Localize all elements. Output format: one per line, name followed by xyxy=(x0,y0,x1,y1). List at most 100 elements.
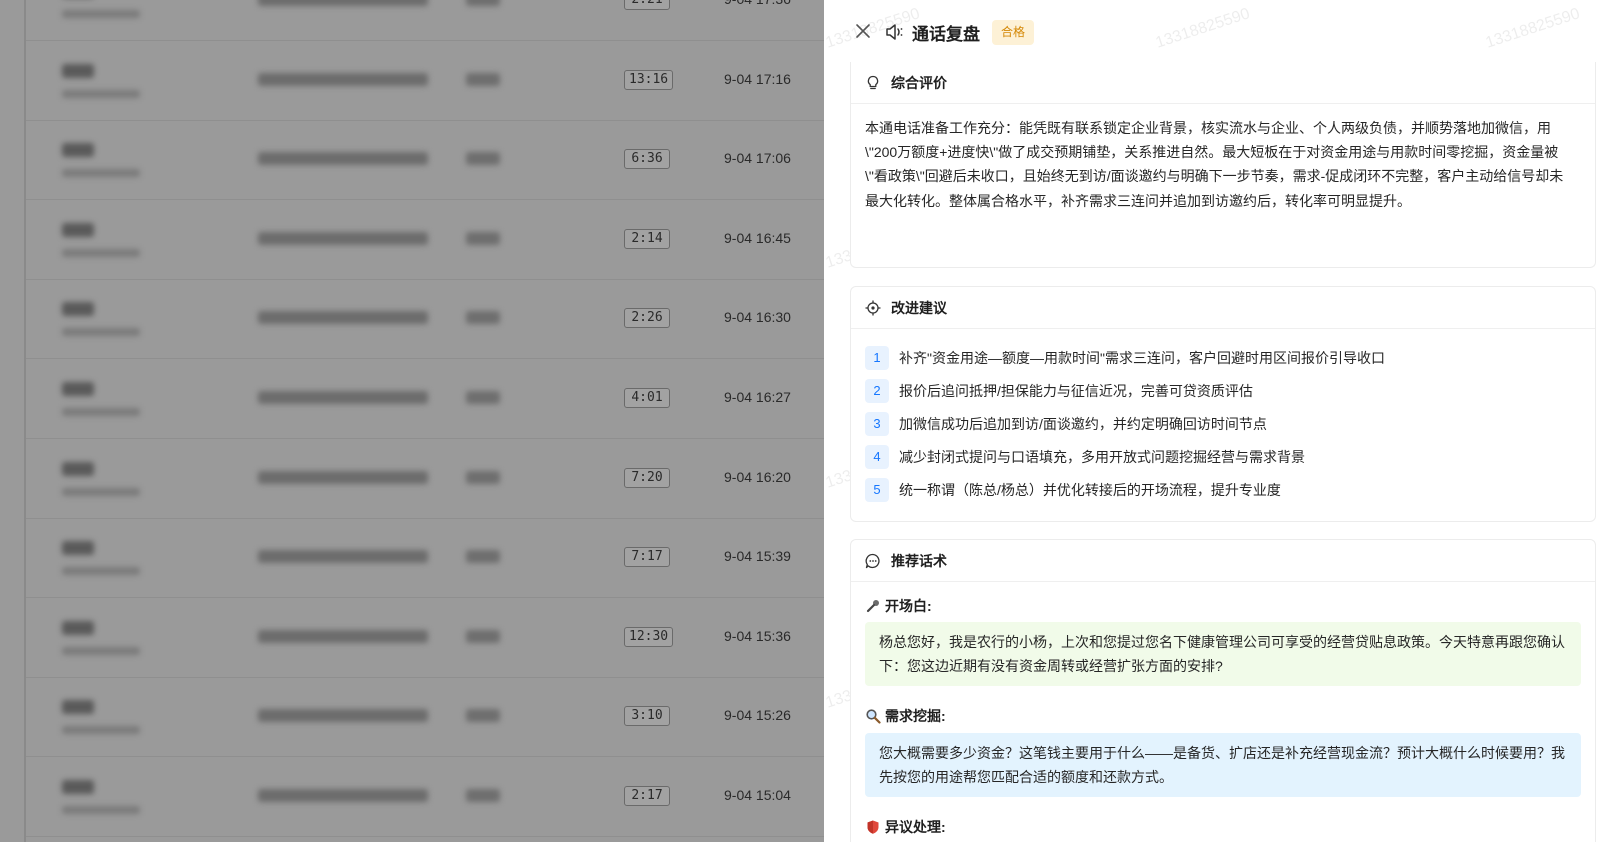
drawer-header: 通话复盘 合格 xyxy=(824,0,1600,64)
list-item-text: 减少封闭式提问与口语填充，多用开放式问题挖掘经营与需求背景 xyxy=(899,448,1305,465)
blurred-description xyxy=(258,550,428,564)
scripts-card: 推荐话术 开场白: 杨总您好，我是农行的小杨，上次和您提过您名下健康管理公司可享… xyxy=(850,539,1596,842)
call-time: 9-04 16:27 xyxy=(724,389,791,405)
list-item-number: 3 xyxy=(865,411,889,436)
blurred-customer-phone xyxy=(62,169,140,178)
blurred-tag xyxy=(466,629,500,643)
blurred-description xyxy=(258,470,428,484)
blurred-description xyxy=(258,629,428,643)
evaluation-title: 综合评价 xyxy=(891,74,947,91)
blurred-customer-phone xyxy=(62,408,140,416)
table-row[interactable]: 2:17 9-04 15:04 xyxy=(26,758,824,837)
blurred-customer-phone xyxy=(62,646,140,655)
blurred-customer-name xyxy=(62,780,94,794)
discovery-label: 需求挖掘: xyxy=(865,706,946,726)
opening-label: 开场白: xyxy=(865,596,932,616)
blurred-description xyxy=(258,231,428,245)
blurred-customer-phone xyxy=(62,89,140,98)
call-review-drawer: 1331882559013318825590133188255901331882… xyxy=(824,0,1600,842)
blurred-customer-phone xyxy=(62,567,140,576)
call-duration: 3:10 xyxy=(624,706,670,727)
list-item-text: 统一称谓（陈总/杨总）并优化转接后的开场流程，提升专业度 xyxy=(899,481,1281,498)
lightbulb-icon xyxy=(867,75,879,89)
blurred-customer-name xyxy=(62,620,94,635)
blurred-customer-name xyxy=(62,541,94,556)
table-row[interactable]: 4:01 9-04 16:27 xyxy=(26,360,824,439)
improvements-title: 改进建议 xyxy=(891,299,947,316)
blurred-customer-phone xyxy=(62,487,140,496)
list-item-text: 报价后追问抵押/担保能力与征信近况，完善可贷资质评估 xyxy=(899,382,1253,399)
blurred-tag xyxy=(466,231,500,245)
evaluation-card-header: 综合评价 xyxy=(851,62,1595,104)
blurred-tag xyxy=(466,391,500,404)
blurred-description xyxy=(258,311,428,325)
call-duration: 4:01 xyxy=(624,388,670,408)
call-time: 9-04 15:04 xyxy=(724,787,791,803)
list-item: 5 统一称谓（陈总/杨总）并优化转接后的开场流程，提升专业度 xyxy=(865,473,1585,506)
blurred-description xyxy=(258,789,428,802)
table-row[interactable]: 7:20 9-04 16:20 xyxy=(26,440,824,519)
blurred-customer-phone xyxy=(62,10,140,18)
blurred-description xyxy=(258,0,428,6)
list-item-text: 加微信成功后追加到访/面谈邀约，并约定明确回访时间节点 xyxy=(899,415,1267,432)
call-time: 9-04 17:36 xyxy=(724,0,791,7)
table-row[interactable]: 6:36 9-04 17:06 xyxy=(26,121,824,201)
blurred-tag xyxy=(466,550,500,564)
improvements-card: 改进建议 1 补齐"资金用途—额度—用款时间"需求三连问，客户回避时用区间报价引… xyxy=(850,286,1596,522)
table-row[interactable]: 2:21 9-04 17:36 xyxy=(26,0,824,41)
target-icon xyxy=(865,300,881,315)
table-row[interactable]: 7:17 9-04 15:39 xyxy=(26,519,824,599)
blurred-customer-name xyxy=(62,302,94,317)
list-item-text: 补齐"资金用途—额度—用款时间"需求三连问，客户回避时用区间报价引导收口 xyxy=(899,349,1385,366)
list-item: 2 报价后追问抵押/担保能力与征信近况，完善可贷资质评估 xyxy=(865,374,1585,407)
list-item-number: 4 xyxy=(865,444,889,469)
improvements-card-header: 改进建议 xyxy=(851,287,1595,329)
table-row[interactable]: 2:14 9-04 16:45 xyxy=(26,201,824,280)
objection-label-text: 异议处理: xyxy=(885,819,946,835)
table-row[interactable]: 2:26 9-04 16:30 xyxy=(26,280,824,360)
opening-script: 杨总您好，我是农行的小杨，上次和您提过您名下健康管理公司可享受的经营贷贴息政策。… xyxy=(865,622,1581,686)
discovery-script: 您大概需要多少资金？这笔钱主要用于什么——是备货、扩店还是补充经营现金流？预计大… xyxy=(865,733,1581,797)
blurred-tag xyxy=(466,0,500,6)
shield-icon xyxy=(867,820,879,834)
list-item-number: 1 xyxy=(865,345,889,370)
call-list-background: 2:21 9-04 17:36 13:16 9-04 17:16 6:36 9-04 17… xyxy=(0,0,824,842)
blurred-tag xyxy=(466,311,500,325)
status-badge: 合格 xyxy=(992,20,1035,45)
blurred-description xyxy=(258,709,428,723)
improvements-list: 1 补齐"资金用途—额度—用款时间"需求三连问，客户回避时用区间报价引导收口 2… xyxy=(865,341,1585,506)
call-duration: 7:20 xyxy=(624,467,670,488)
call-time: 9-04 15:36 xyxy=(724,627,791,644)
discovery-label-text: 需求挖掘: xyxy=(885,708,946,724)
objection-label: 异议处理: xyxy=(865,817,946,837)
close-icon[interactable] xyxy=(852,20,874,42)
blurred-customer-name xyxy=(62,461,94,476)
call-time: 9-04 15:39 xyxy=(724,548,791,565)
call-duration: 2:14 xyxy=(624,228,670,249)
list-item: 3 加微信成功后追加到访/面谈邀约，并约定明确回访时间节点 xyxy=(865,407,1585,440)
list-item: 4 减少封闭式提问与口语填充，多用开放式问题挖掘经营与需求背景 xyxy=(865,440,1585,473)
magnifier-icon xyxy=(866,709,881,724)
evaluation-text: 本通电话准备工作充分：能凭既有联系锁定企业背景，核实流水与企业、个人两级负债，并… xyxy=(865,120,1564,209)
blurred-customer-name xyxy=(62,143,94,158)
blurred-customer-name xyxy=(62,222,94,237)
blurred-customer-name xyxy=(62,700,94,715)
table-row[interactable]: 3:10 9-04 15:26 xyxy=(26,678,824,758)
call-duration: 2:26 xyxy=(624,308,670,329)
call-time: 9-04 15:26 xyxy=(724,707,791,724)
list-item-number: 2 xyxy=(865,378,889,403)
blurred-customer-phone xyxy=(62,248,140,257)
scripts-title: 推荐话术 xyxy=(891,552,947,569)
call-time: 9-04 17:16 xyxy=(724,70,791,87)
blurred-customer-phone xyxy=(62,806,140,814)
table-row[interactable]: 13:16 9-04 17:16 xyxy=(26,42,824,121)
opening-label-text: 开场白: xyxy=(885,598,932,614)
blurred-description xyxy=(258,391,428,404)
microphone-icon xyxy=(866,600,879,613)
call-time: 9-04 17:06 xyxy=(724,150,791,167)
call-duration: 2:17 xyxy=(624,786,670,806)
call-duration: 6:36 xyxy=(624,149,670,170)
table-row[interactable]: 12:30 9-04 15:36 xyxy=(26,599,824,678)
call-time: 9-04 16:45 xyxy=(724,229,791,246)
evaluation-card: 综合评价 本通电话准备工作充分：能凭既有联系锁定企业背景，核实流水与企业、个人两… xyxy=(850,62,1596,268)
